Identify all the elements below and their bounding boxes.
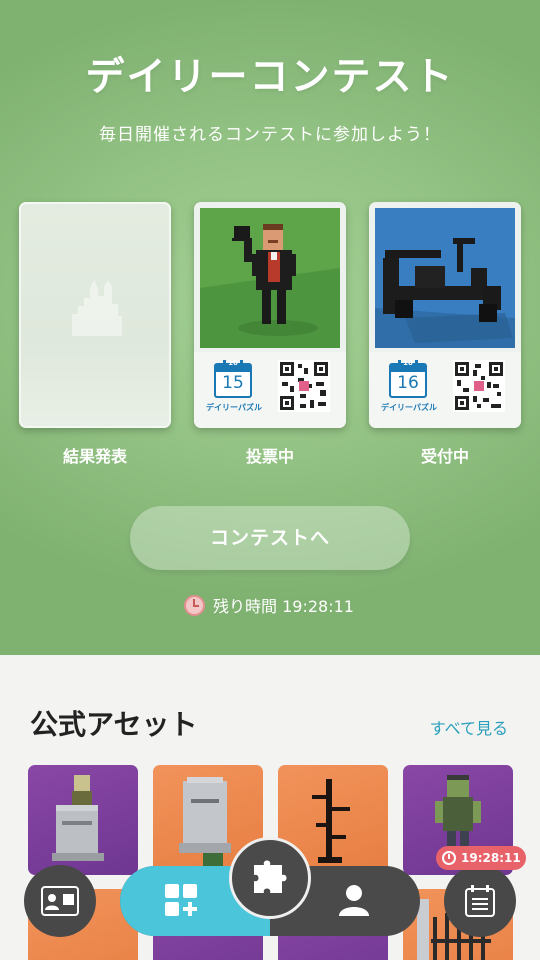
clock-icon [442, 851, 456, 865]
contest-thumbnail [200, 208, 340, 348]
qr-code-icon [278, 360, 330, 412]
section-title: 公式アセット [30, 708, 198, 741]
nav-profile-card-button[interactable] [24, 865, 96, 937]
add-grid-icon [165, 884, 197, 916]
page-title: デイリーコンテスト [85, 55, 455, 100]
daily-contest-banner: デイリーコンテスト 毎日開催されるコンテストに参加しよう！ 10 15 デイリー… [0, 0, 540, 655]
card-label-voting: 投票中 [245, 447, 294, 466]
calendar-icon: 10 16 [389, 359, 427, 398]
calendar-caption: デイリーパズル [381, 403, 437, 412]
nav-user-button[interactable] [336, 882, 380, 922]
user-icon [339, 885, 369, 916]
voxel-skeleton-gravestone-image [52, 775, 104, 861]
calendar-list-icon [465, 885, 495, 917]
calendar-caption: デイリーパズル [206, 403, 262, 412]
card-label-results: 結果発表 [62, 447, 127, 466]
remaining-time-text: 残り時間 19:28:11 [213, 597, 354, 616]
countdown-badge: 19:28:11 [436, 846, 526, 870]
calendar-day: 16 [397, 373, 419, 393]
voxel-gentleman-image [200, 208, 340, 348]
asset-tile-zombie-grave[interactable] [28, 765, 138, 875]
card-meta: 10 15 デイリーパズル [194, 352, 346, 428]
calendar-month: 10 [403, 359, 413, 367]
contest-card-voting[interactable]: 10 15 デイリーパズル [194, 202, 346, 428]
clock-icon [184, 594, 205, 616]
castle-silhouette-icon [72, 280, 122, 336]
contest-card-results[interactable] [19, 202, 171, 428]
see-all-link[interactable]: すべて見る [430, 715, 508, 739]
contest-thumbnail [375, 208, 515, 348]
calendar-icon: 10 15 [214, 359, 252, 398]
voxel-scooter-image [375, 208, 515, 348]
remaining-time: 残り時間 19:28:11 [184, 594, 354, 616]
calendar-month: 10 [228, 359, 238, 367]
profile-card-icon [41, 886, 79, 916]
page-subtitle: 毎日開催されるコンテストに参加しよう！ [99, 125, 441, 145]
nav-puzzle-button[interactable] [229, 837, 311, 919]
puzzle-icon [254, 860, 287, 893]
card-meta: 10 16 デイリーパズル [369, 352, 521, 428]
go-to-contest-button[interactable]: コンテストへ [130, 506, 410, 570]
contest-card-accepting[interactable]: 10 16 デイリーパズル [369, 202, 521, 428]
countdown-badge-text: 19:28:11 [461, 851, 521, 865]
qr-code-icon [453, 360, 505, 412]
calendar-day: 15 [222, 373, 244, 393]
card-label-accepting: 受付中 [420, 447, 469, 466]
nav-daily-puzzle-button[interactable] [444, 865, 516, 937]
